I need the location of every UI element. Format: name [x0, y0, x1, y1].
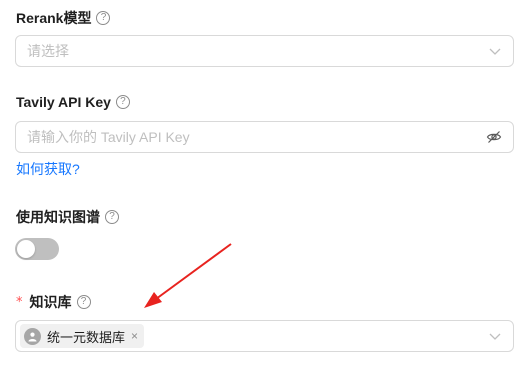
- kg-switch[interactable]: [15, 238, 59, 260]
- how-to-get-link[interactable]: 如何获取?: [16, 159, 80, 179]
- kb-label: 知识库: [29, 294, 72, 310]
- kb-select[interactable]: 统一元数据库 ×: [15, 320, 514, 352]
- tavily-api-key-placeholder: 请输入你的 Tavily API Key: [27, 129, 190, 145]
- rerank-select-placeholder: 请选择: [27, 43, 69, 59]
- eye-invisible-icon[interactable]: [486, 129, 502, 145]
- tavily-label-row: Tavily API Key ?: [16, 94, 130, 110]
- chevron-down-icon: [489, 48, 501, 55]
- rerank-label-row: Rerank模型 ?: [16, 8, 111, 28]
- database-avatar-icon: [24, 327, 41, 345]
- help-icon[interactable]: ?: [96, 11, 111, 25]
- rerank-select[interactable]: 请选择: [15, 35, 514, 67]
- help-icon[interactable]: ?: [105, 210, 119, 224]
- selected-tag: 统一元数据库 ×: [20, 324, 145, 348]
- tavily-label: Tavily API Key: [16, 94, 111, 110]
- tavily-api-key-input[interactable]: 请输入你的 Tavily API Key: [15, 121, 514, 153]
- chevron-down-icon: [489, 333, 501, 340]
- kb-label-row: * 知识库 ?: [16, 292, 91, 312]
- close-icon[interactable]: ×: [131, 329, 138, 343]
- selected-tag-label: 统一元数据库: [47, 329, 126, 345]
- kg-label-row: 使用知识图谱 ?: [16, 207, 119, 227]
- help-icon[interactable]: ?: [76, 295, 91, 309]
- required-mark: *: [16, 294, 23, 310]
- kg-label: 使用知识图谱: [16, 209, 100, 225]
- switch-knob: [17, 240, 35, 258]
- rerank-label: Rerank模型: [16, 10, 92, 26]
- help-icon[interactable]: ?: [115, 95, 130, 109]
